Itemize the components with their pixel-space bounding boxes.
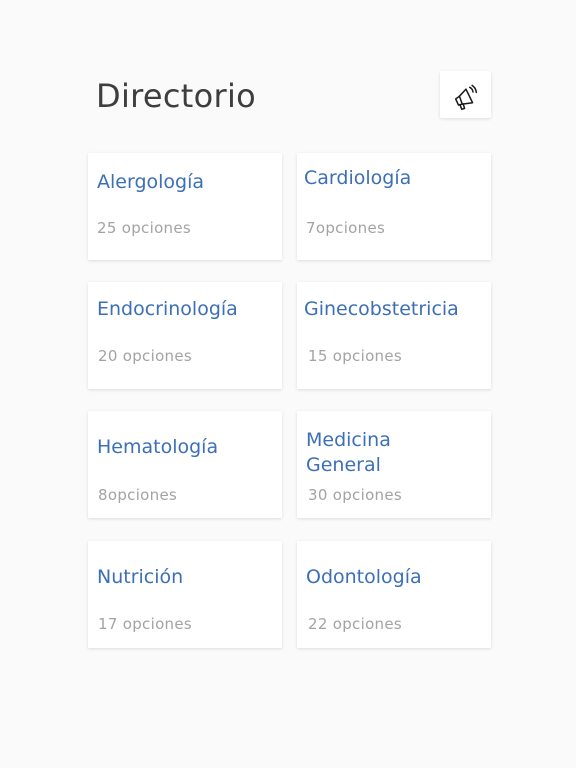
megaphone-icon — [454, 84, 477, 110]
specialty-name: Nutrición — [97, 566, 184, 588]
specialty-card-ginecobstetricia[interactable]: Ginecobstetricia 15 opciones — [297, 282, 491, 389]
specialty-card-cardiologia[interactable]: Cardiología 7opciones — [297, 153, 491, 260]
announcements-button[interactable] — [440, 71, 491, 118]
specialty-card-medicina-general[interactable]: Medicina General 30 opciones — [297, 411, 491, 518]
specialty-card-odontologia[interactable]: Odontología 22 opciones — [297, 541, 491, 648]
specialty-count: 17 opciones — [98, 615, 192, 633]
specialty-name: Hematología — [97, 436, 219, 458]
specialty-name: Odontología — [306, 566, 422, 588]
specialty-count: 8opciones — [98, 486, 178, 504]
specialty-count: 25 opciones — [97, 219, 191, 237]
specialty-count: 20 opciones — [98, 347, 192, 365]
specialty-name: Medicina General — [306, 429, 391, 476]
specialty-card-alergologia[interactable]: Alergología 25 opciones — [88, 153, 282, 260]
specialty-count: 30 opciones — [308, 486, 402, 504]
specialty-name: Cardiología — [304, 167, 412, 189]
specialty-card-endocrinologia[interactable]: Endocrinología 20 opciones — [88, 282, 282, 389]
specialty-count: 15 opciones — [308, 347, 402, 365]
specialty-name: Endocrinología — [97, 298, 238, 320]
specialty-count: 7opciones — [306, 219, 386, 237]
page-title: Directorio — [96, 77, 257, 115]
specialty-count: 22 opciones — [308, 615, 402, 633]
specialty-name: Ginecobstetricia — [304, 298, 459, 320]
specialty-card-hematologia[interactable]: Hematología 8opciones — [88, 411, 282, 518]
specialty-name: Alergología — [97, 171, 205, 193]
specialty-card-nutricion[interactable]: Nutrición 17 opciones — [88, 541, 282, 648]
